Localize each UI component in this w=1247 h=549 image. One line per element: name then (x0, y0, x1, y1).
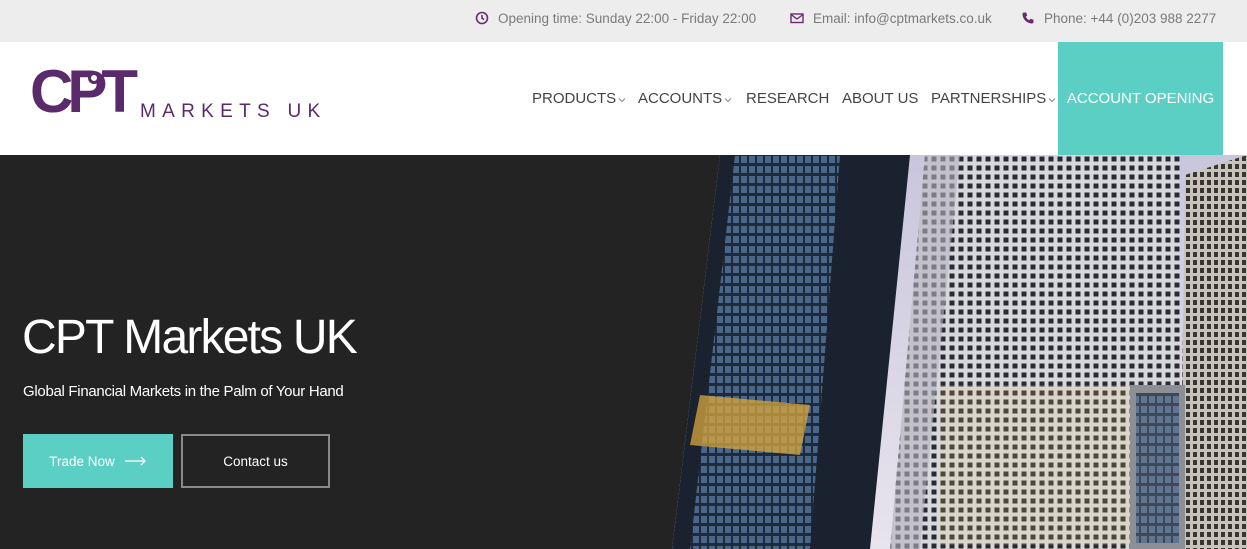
phone-icon (1022, 12, 1034, 24)
hero-subtitle: Global Financial Markets in the Palm of … (23, 383, 344, 400)
nav-item-partnerships[interactable]: PARTNERSHIPS (931, 90, 1056, 108)
hero-banner: CPT Markets UK Global Financial Markets … (0, 155, 1247, 549)
nav-item-products[interactable]: PRODUCTS (532, 90, 626, 108)
cpt-markets-logo[interactable]: CPT MARKETS UK (30, 62, 340, 130)
chevron-down-icon (1048, 98, 1056, 103)
contact-us-button[interactable]: Contact us (181, 434, 330, 488)
chevron-down-icon (724, 98, 732, 103)
account-opening-button[interactable]: ACCOUNT OPENING (1058, 42, 1223, 155)
nav-item-accounts[interactable]: ACCOUNTS (638, 90, 732, 108)
nav-item-research[interactable]: RESEARCH (746, 90, 829, 108)
contact-email[interactable]: Email: info@cptmarkets.co.uk (790, 0, 992, 36)
trade-now-label: Trade Now (49, 453, 115, 469)
contact-phone[interactable]: Phone: +44 (0)203 988 2277 (1021, 0, 1216, 36)
arrow-right-icon (124, 456, 146, 466)
site-header: CPT MARKETS UK PRODUCTS ACCOUNTS RESEARC… (0, 42, 1247, 155)
skyscrapers-image (660, 155, 1247, 549)
logo-mark: CPT (30, 58, 138, 125)
chevron-down-icon (618, 98, 626, 103)
nav-item-label: PRODUCTS (532, 90, 617, 107)
hero-title: CPT Markets UK (22, 311, 358, 364)
trade-now-button[interactable]: Trade Now (23, 434, 173, 488)
nav-item-label: RESEARCH (746, 90, 830, 107)
nav-item-label: PARTNERSHIPS (931, 90, 1047, 107)
nav-item-about-us[interactable]: ABOUT US (842, 90, 918, 108)
contact-us-label: Contact us (223, 453, 288, 469)
contact-phone-text[interactable]: Phone: +44 (0)203 988 2277 (1044, 11, 1216, 26)
envelope-icon (790, 13, 804, 24)
opening-hours: Opening time: Sunday 22:00 - Friday 22:0… (475, 0, 756, 36)
clock-icon (475, 11, 489, 25)
contact-email-text[interactable]: Email: info@cptmarkets.co.uk (813, 11, 992, 26)
opening-hours-text: Opening time: Sunday 22:00 - Friday 22:0… (498, 10, 757, 26)
logo-dot (88, 72, 100, 84)
nav-item-label: ABOUT US (842, 90, 919, 107)
nav-item-label: ACCOUNTS (638, 90, 723, 107)
top-info-bar: Opening time: Sunday 22:00 - Friday 22:0… (0, 0, 1247, 42)
logo-subtitle: MARKETS UK (140, 101, 327, 122)
